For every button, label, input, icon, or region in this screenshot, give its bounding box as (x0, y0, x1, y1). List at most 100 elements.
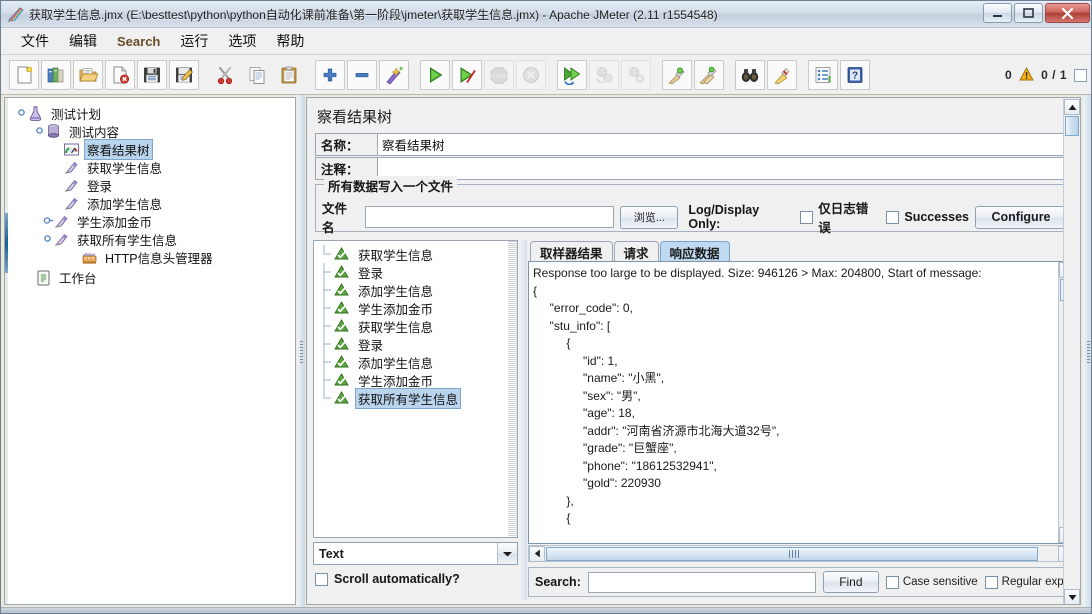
menu-run[interactable]: 运行 (170, 28, 218, 54)
maximize-button[interactable] (1014, 3, 1043, 23)
tree-node-header-manager[interactable]: HTTP信息头管理器 (13, 248, 295, 266)
list-item[interactable]: 学生添加金币 (316, 371, 517, 389)
errors-only-checkbox-row[interactable]: 仅日志错误 (800, 198, 880, 236)
results-list-scrollbar[interactable] (508, 241, 517, 537)
comment-input[interactable] (378, 158, 1071, 179)
case-sensitive-label: Case sensitive (902, 576, 978, 588)
templates-icon[interactable] (41, 59, 71, 90)
minus-icon[interactable] (347, 59, 377, 90)
split-divider-right[interactable] (1083, 95, 1091, 609)
errors-only-checkbox[interactable] (800, 210, 814, 224)
tab-sampler-result[interactable]: 取样器结果 (530, 241, 613, 262)
scroll-up-arrow-icon[interactable] (1064, 99, 1080, 115)
split-divider-results[interactable] (520, 240, 527, 600)
header-manager-icon (81, 249, 98, 266)
list-item[interactable]: 获取所有学生信息 (316, 387, 517, 409)
tab-response-data[interactable]: 响应数据 (659, 241, 730, 262)
successes-checkbox[interactable] (886, 210, 900, 224)
filename-row: 文件名 浏览... Log/Display Only: 仅日志错误 Succes… (322, 198, 1067, 236)
tree-node-sampler-2[interactable]: 登录 (13, 176, 295, 194)
tree-node-label: 工作台 (59, 271, 97, 286)
floppy-save-icon[interactable] (137, 59, 167, 90)
toggle-wand-icon[interactable] (379, 59, 409, 90)
chevron-down-icon[interactable] (497, 543, 517, 564)
find-button[interactable]: Find (822, 571, 879, 593)
case-sensitive-checkbox-row[interactable]: Case sensitive (885, 575, 978, 589)
remote-start-icon[interactable] (557, 59, 587, 90)
tree-node-view-results-tree[interactable]: 察看结果树 (13, 138, 295, 160)
thread-indicator-box (1074, 68, 1087, 82)
clipboard-paste-icon[interactable] (274, 60, 304, 90)
tree-node-thread-group[interactable]: 测试内容 (13, 122, 295, 140)
scissors-icon[interactable] (210, 60, 240, 90)
close-button[interactable] (1045, 3, 1090, 23)
configure-button[interactable]: Configure (975, 205, 1067, 229)
list-item[interactable]: 获取学生信息 (316, 317, 517, 335)
response-horizontal-scroll-thumb[interactable] (546, 547, 1038, 561)
scroll-down-arrow-icon[interactable] (1064, 589, 1080, 604)
close-document-icon[interactable] (105, 59, 135, 90)
successes-checkbox-row[interactable]: Successes (886, 210, 969, 224)
tree-node-workbench[interactable]: 工作台 (13, 268, 295, 286)
response-horizontal-scrollbar[interactable] (528, 545, 1075, 562)
binoculars-icon[interactable] (735, 59, 765, 90)
render-type-select[interactable]: Text (313, 542, 518, 565)
tree-node-test-plan[interactable]: 测试计划 (13, 104, 295, 122)
help-book-icon[interactable]: ? (840, 59, 870, 90)
tree-node-sampler-3[interactable]: 添加学生信息 (13, 194, 295, 212)
name-input[interactable] (378, 134, 1071, 155)
list-item[interactable]: 获取学生信息 (316, 245, 517, 263)
save-as-icon[interactable] (169, 59, 199, 90)
list-item[interactable]: 登录 (316, 335, 517, 353)
scroll-automatically-checkbox-row[interactable]: Scroll automatically? (315, 572, 460, 586)
tree-node-sampler-4[interactable]: 学生添加金币 (13, 212, 295, 230)
results-list-box[interactable]: 获取学生信息 登录 添加学生信息 学生添加金币 获取学生信息 登录 添加学生信息… (313, 240, 518, 538)
list-item[interactable]: 添加学生信息 (316, 353, 517, 371)
collapse-handle-icon[interactable] (43, 214, 54, 228)
green-play-icon[interactable] (420, 59, 450, 90)
function-list-icon[interactable] (808, 59, 838, 90)
regex-checkbox-row[interactable]: Regular exp. (984, 575, 1067, 589)
success-green-icon (334, 246, 351, 263)
list-item-label: 获取所有学生信息 (355, 387, 462, 409)
broom-reset-icon[interactable] (767, 59, 797, 90)
clear-all-broom-icon[interactable] (694, 59, 724, 90)
toolbar-separator (653, 60, 662, 90)
new-document-icon[interactable] (9, 59, 39, 90)
play-no-timers-icon[interactable] (452, 59, 482, 90)
expand-handle-icon[interactable] (43, 232, 53, 246)
list-item[interactable]: 添加学生信息 (316, 281, 517, 299)
search-input[interactable] (587, 571, 816, 593)
list-item[interactable]: 学生添加金币 (316, 299, 517, 317)
jmeter-feather-icon (7, 5, 25, 23)
tree-branch-connector (322, 353, 334, 371)
tree-node-label: HTTP信息头管理器 (105, 251, 213, 266)
regex-checkbox[interactable] (984, 575, 998, 589)
minimize-button[interactable] (983, 3, 1012, 23)
panel-vertical-scrollbar[interactable] (1063, 99, 1080, 604)
expand-handle-icon[interactable] (17, 106, 27, 120)
expand-handle-icon[interactable] (35, 124, 45, 138)
plus-icon[interactable] (315, 59, 345, 90)
browse-button[interactable]: 浏览... (620, 205, 679, 229)
clear-broom-icon[interactable] (662, 59, 692, 90)
menu-file[interactable]: 文件 (11, 28, 59, 54)
copy-icon[interactable] (242, 60, 272, 90)
scroll-automatically-checkbox[interactable] (315, 572, 328, 586)
tab-request[interactable]: 请求 (613, 241, 659, 262)
tree-branch-connector (322, 371, 334, 389)
list-item[interactable]: 登录 (316, 263, 517, 281)
tree-node-sampler-5[interactable]: 获取所有学生信息 (13, 230, 295, 248)
panel-scroll-thumb[interactable] (1065, 116, 1079, 136)
menu-edit[interactable]: 编辑 (59, 28, 107, 54)
case-sensitive-checkbox[interactable] (885, 575, 899, 589)
menu-search[interactable]: Search (107, 31, 170, 52)
menu-help[interactable]: 帮助 (266, 28, 314, 54)
split-divider-vertical[interactable] (297, 95, 305, 609)
menu-options[interactable]: 选项 (218, 28, 266, 54)
filename-input[interactable] (365, 206, 615, 228)
response-data-textarea[interactable]: Response too large to be displayed. Size… (528, 261, 1075, 544)
open-folder-icon[interactable] (73, 59, 103, 90)
tree-node-sampler-1[interactable]: 获取学生信息 (13, 158, 295, 176)
scroll-left-arrow-icon[interactable] (529, 545, 545, 562)
